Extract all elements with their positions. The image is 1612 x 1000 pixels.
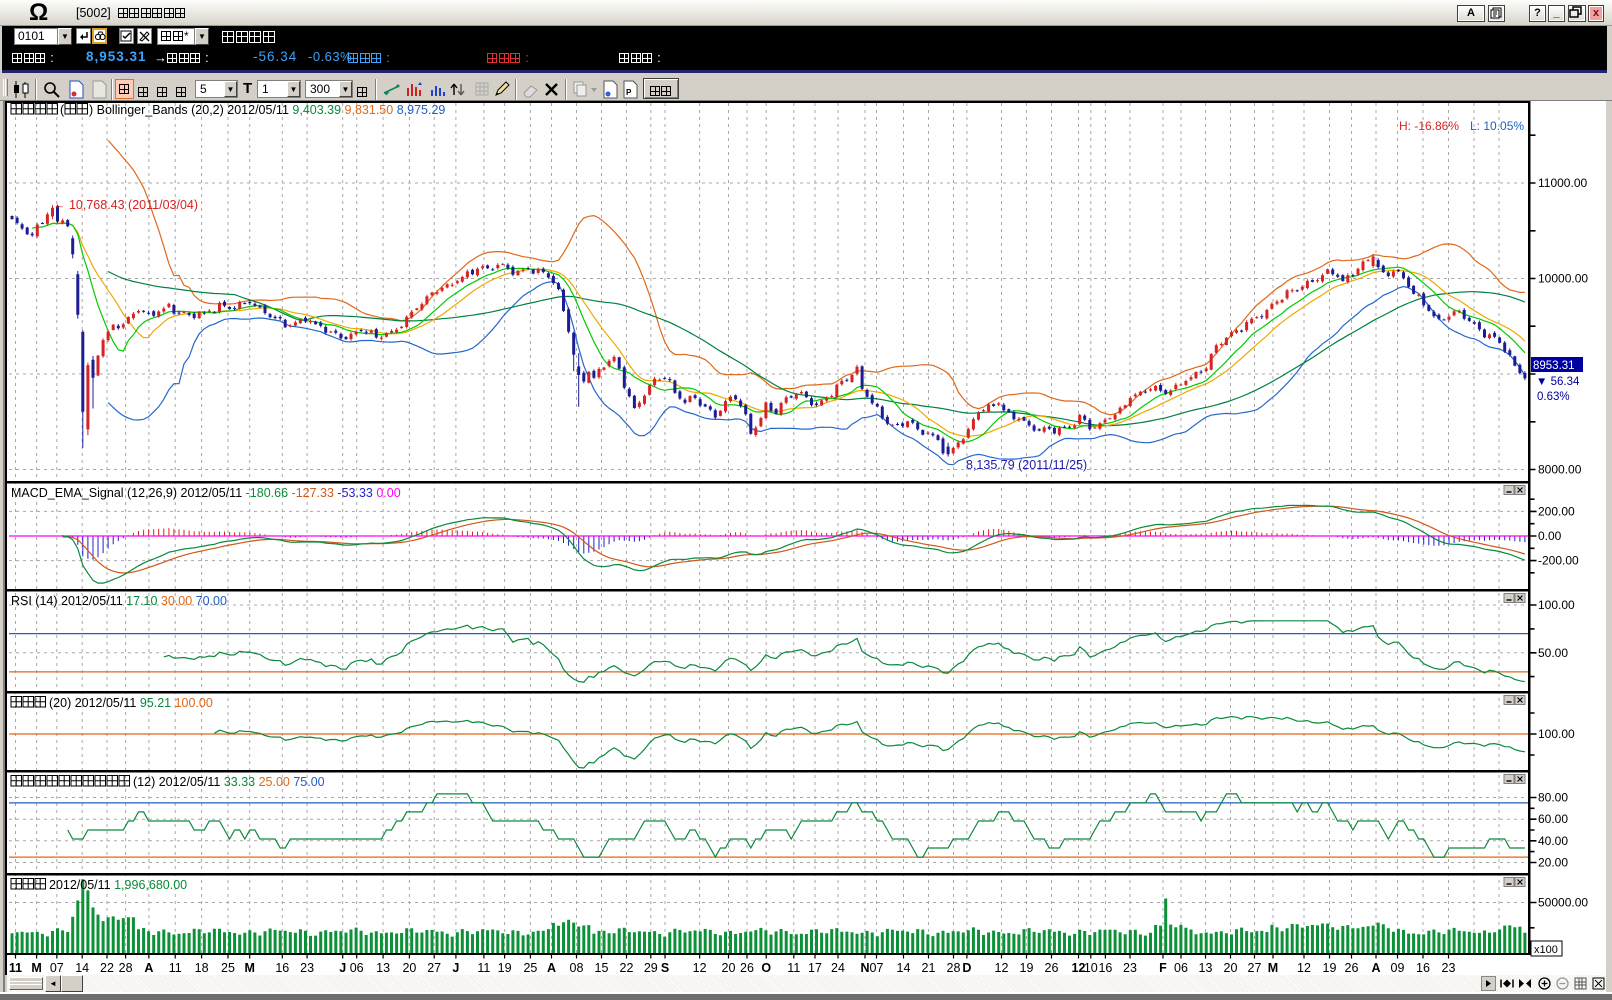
svg-text:22: 22 [100,961,114,975]
svg-text:) Bollinger_Bands (20,2) 2012/: ) Bollinger_Bands (20,2) 2012/05/11 9,40… [89,103,445,117]
svg-text:50000.00: 50000.00 [1538,896,1588,910]
svg-text:11: 11 [787,961,800,975]
svg-text:x100: x100 [1534,944,1558,956]
svg-text:60.00: 60.00 [1538,812,1568,826]
svg-text:19: 19 [1020,961,1034,975]
svg-text:11: 11 [169,961,182,975]
svg-text:D: D [962,961,971,975]
svg-text:A: A [144,961,153,975]
svg-text:06: 06 [350,961,364,975]
svg-text:07: 07 [870,961,884,975]
svg-text:12: 12 [693,961,707,975]
svg-text:25: 25 [523,961,537,975]
svg-text:06: 06 [1174,961,1188,975]
svg-text:-200.00: -200.00 [1538,554,1579,568]
svg-text:26: 26 [740,961,754,975]
svg-text:09: 09 [1391,961,1405,975]
svg-text:10000.00: 10000.00 [1538,272,1588,286]
svg-text:26: 26 [1045,961,1059,975]
svg-text:(20) 2012/05/11 95.21 100.00: (20) 2012/05/11 95.21 100.00 [49,696,213,710]
svg-text:26: 26 [1345,961,1359,975]
svg-text:28: 28 [119,961,133,975]
svg-text:8,135.79 (2011/11/25): 8,135.79 (2011/11/25) [966,458,1087,472]
svg-text:07: 07 [50,961,64,975]
svg-text:40.00: 40.00 [1538,834,1568,848]
svg-text:20: 20 [402,961,416,975]
svg-text:H: -16.86%: H: -16.86% [1399,119,1459,133]
svg-text:S: S [661,961,669,975]
svg-text:16: 16 [1416,961,1430,975]
svg-text:27: 27 [1248,961,1262,975]
svg-text:16: 16 [1098,961,1112,975]
svg-text:M: M [244,961,254,975]
svg-text:23: 23 [300,961,314,975]
svg-text:A: A [547,961,556,975]
svg-text:← 10,768.43 (2011/03/04): ← 10,768.43 (2011/03/04) [53,198,198,212]
svg-text:29: 29 [644,961,658,975]
svg-text:N: N [860,961,869,975]
svg-text:A: A [1371,961,1380,975]
svg-text:13: 13 [376,961,390,975]
svg-text:50.00: 50.00 [1538,646,1568,660]
svg-text:11: 11 [9,961,22,975]
svg-text:0.63%: 0.63% [1537,391,1570,403]
svg-text:21: 21 [922,961,936,975]
svg-text:20: 20 [1224,961,1238,975]
svg-text:14: 14 [897,961,911,975]
svg-text:100.00: 100.00 [1538,598,1575,612]
svg-text:80.00: 80.00 [1538,791,1568,805]
svg-text:20: 20 [722,961,736,975]
svg-text:23: 23 [1442,961,1456,975]
svg-text:23: 23 [1123,961,1137,975]
svg-text:25: 25 [221,961,235,975]
svg-text:0.00: 0.00 [1538,529,1562,543]
svg-text:19: 19 [498,961,512,975]
svg-text:19: 19 [1323,961,1337,975]
svg-text:J: J [339,961,346,975]
svg-text:13: 13 [1199,961,1213,975]
svg-text:24: 24 [831,961,845,975]
svg-text:▼ 56.34: ▼ 56.34 [1536,376,1580,388]
svg-text:11000.00: 11000.00 [1538,176,1587,190]
svg-text:20.00: 20.00 [1538,856,1568,870]
svg-text:O: O [761,961,771,975]
svg-text:P: P [626,88,632,97]
svg-text:14: 14 [75,961,89,975]
svg-text:11: 11 [477,961,490,975]
svg-text:RSI (14) 2012/05/11 17.10 30.0: RSI (14) 2012/05/11 17.10 30.00 70.00 [11,594,227,608]
svg-text:F: F [1159,961,1167,975]
svg-text:12: 12 [995,961,1009,975]
svg-text:8953.31: 8953.31 [1533,360,1575,372]
svg-text:(12) 2012/05/11 33.33 25.00 75: (12) 2012/05/11 33.33 25.00 75.00 [133,775,325,789]
svg-text:12: 12 [1297,961,1311,975]
svg-text:100.00: 100.00 [1538,727,1575,741]
svg-text:10: 10 [1084,961,1098,975]
svg-text:08: 08 [570,961,584,975]
svg-text:17: 17 [808,961,822,975]
svg-text:M: M [31,961,41,975]
svg-text:8000.00: 8000.00 [1538,463,1582,477]
svg-text:L: 10.05%: L: 10.05% [1470,119,1524,133]
svg-text:2012/05/11 1,996,680.00: 2012/05/11 1,996,680.00 [49,878,187,892]
svg-text:200.00: 200.00 [1538,504,1575,518]
svg-text:28: 28 [947,961,961,975]
svg-text:22: 22 [620,961,634,975]
svg-text:27: 27 [427,961,441,975]
svg-text:16: 16 [275,961,289,975]
svg-text:MACD_EMA_Signal (12,26,9) 2012: MACD_EMA_Signal (12,26,9) 2012/05/11 -18… [11,486,401,500]
svg-text:J: J [452,961,459,975]
svg-text:15: 15 [595,961,609,975]
svg-text:M: M [1268,961,1278,975]
svg-text:18: 18 [195,961,209,975]
